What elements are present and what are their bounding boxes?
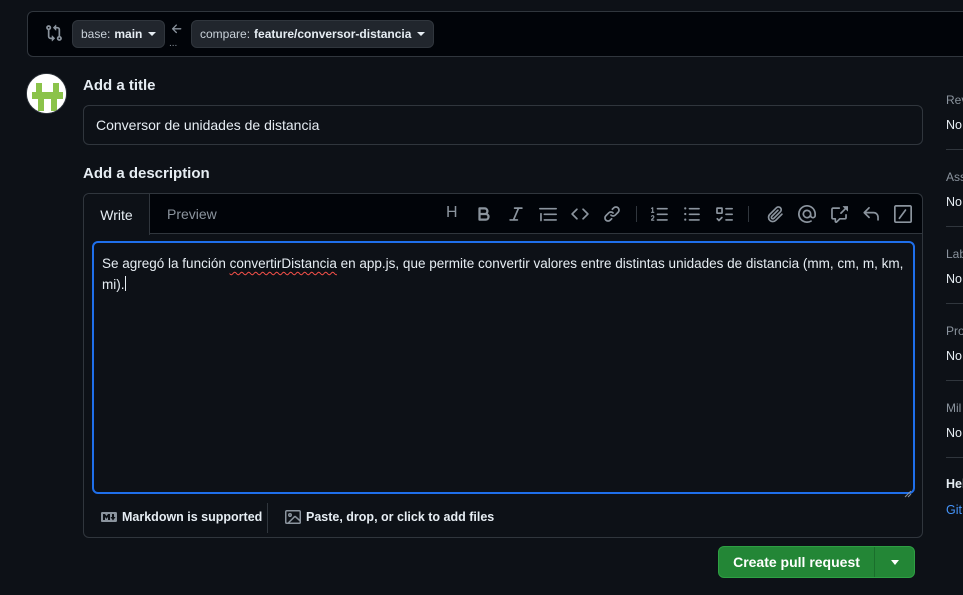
sidebar-reviewers-value: No xyxy=(946,118,962,132)
description-text-start: Se agregó la función xyxy=(102,256,230,271)
markdown-supported-link[interactable]: Markdown is supported xyxy=(101,509,262,525)
compare-label: compare: xyxy=(200,27,251,41)
arrow-dots: ... xyxy=(169,38,178,49)
avatar xyxy=(26,73,67,114)
paperclip-icon[interactable] xyxy=(766,205,784,223)
task-list-icon[interactable] xyxy=(715,205,733,223)
triangle-down-icon xyxy=(890,559,899,565)
description-label: Add a description xyxy=(83,165,210,182)
sidebar-divider xyxy=(946,380,963,381)
compare-branch-button[interactable]: compare: feature/conversor-distancia xyxy=(191,20,435,48)
sidebar-projects-heading[interactable]: Pro xyxy=(946,324,963,338)
toolbar-divider xyxy=(748,206,749,222)
image-icon xyxy=(285,509,301,525)
tab-preview[interactable]: Preview xyxy=(167,194,217,234)
create-options-dropdown[interactable] xyxy=(875,547,914,577)
compare-branch-value: feature/conversor-distancia xyxy=(254,27,412,41)
unordered-list-icon[interactable] xyxy=(683,205,701,223)
base-label: base: xyxy=(81,27,111,41)
footer-divider xyxy=(267,503,268,533)
description-editor: Write Preview H Se agregó la función con… xyxy=(83,193,923,538)
sidebar-help-heading: Hel xyxy=(946,477,963,491)
sidebar-milestone-heading[interactable]: Mil xyxy=(946,401,961,415)
base-branch-button[interactable]: base: main xyxy=(72,20,166,48)
sidebar-divider xyxy=(946,226,963,227)
code-icon[interactable] xyxy=(571,205,589,223)
attach-note: Paste, drop, or click to add files xyxy=(306,510,495,524)
ordered-list-icon[interactable] xyxy=(651,205,669,223)
italic-icon[interactable] xyxy=(507,205,525,223)
toolbar-divider xyxy=(636,206,637,222)
text-cursor xyxy=(124,276,126,291)
cross-reference-icon[interactable] xyxy=(830,205,848,223)
sidebar-assignees-value: No xyxy=(946,195,962,209)
sidebar-help-link[interactable]: Git xyxy=(946,503,962,517)
editor-footer: Markdown is supported Paste, drop, or cl… xyxy=(84,499,922,537)
sidebar-labels-heading[interactable]: Lab xyxy=(946,247,963,261)
create-pr-button-group: Create pull request xyxy=(718,546,915,578)
chevron-down-icon xyxy=(417,32,426,36)
sidebar-projects-value: No xyxy=(946,349,962,363)
slash-command-icon[interactable] xyxy=(894,205,912,223)
markdown-icon xyxy=(101,509,117,525)
sidebar-assignees-heading[interactable]: Ass xyxy=(946,170,963,184)
misspelled-word: convertirDistancia xyxy=(229,256,337,271)
sidebar: Rev No Ass No Lab No Pro No Mil No Hel G… xyxy=(946,0,963,595)
heading-icon[interactable]: H xyxy=(446,204,458,222)
sidebar-divider xyxy=(946,149,963,150)
quote-icon[interactable] xyxy=(539,205,557,223)
markdown-note: Markdown is supported xyxy=(122,510,263,524)
title-label: Add a title xyxy=(83,77,156,94)
sidebar-labels-value: No xyxy=(946,272,962,286)
chevron-down-icon xyxy=(148,32,157,36)
git-compare-icon xyxy=(45,24,63,42)
sidebar-milestone-value: No xyxy=(946,426,962,440)
reply-icon[interactable] xyxy=(862,205,880,223)
attach-files-link[interactable]: Paste, drop, or click to add files xyxy=(285,509,494,525)
base-branch-value: main xyxy=(114,27,143,41)
bold-icon[interactable] xyxy=(475,205,493,223)
sidebar-divider xyxy=(946,457,963,458)
sidebar-divider xyxy=(946,303,963,304)
create-pull-request-button[interactable]: Create pull request xyxy=(719,547,874,577)
editor-toolbar: Write Preview H xyxy=(84,194,922,235)
description-textarea[interactable]: Se agregó la función convertirDistancia … xyxy=(92,241,915,498)
sidebar-reviewers-heading[interactable]: Rev xyxy=(946,93,963,107)
mention-icon[interactable] xyxy=(797,204,816,224)
resize-handle-icon[interactable] xyxy=(904,483,912,498)
arrow-left-icon xyxy=(170,22,184,36)
link-icon[interactable] xyxy=(603,205,621,223)
title-input[interactable] xyxy=(83,105,923,145)
compare-bar: base: main ... compare: feature/converso… xyxy=(27,11,963,57)
tab-write[interactable]: Write xyxy=(84,194,150,235)
